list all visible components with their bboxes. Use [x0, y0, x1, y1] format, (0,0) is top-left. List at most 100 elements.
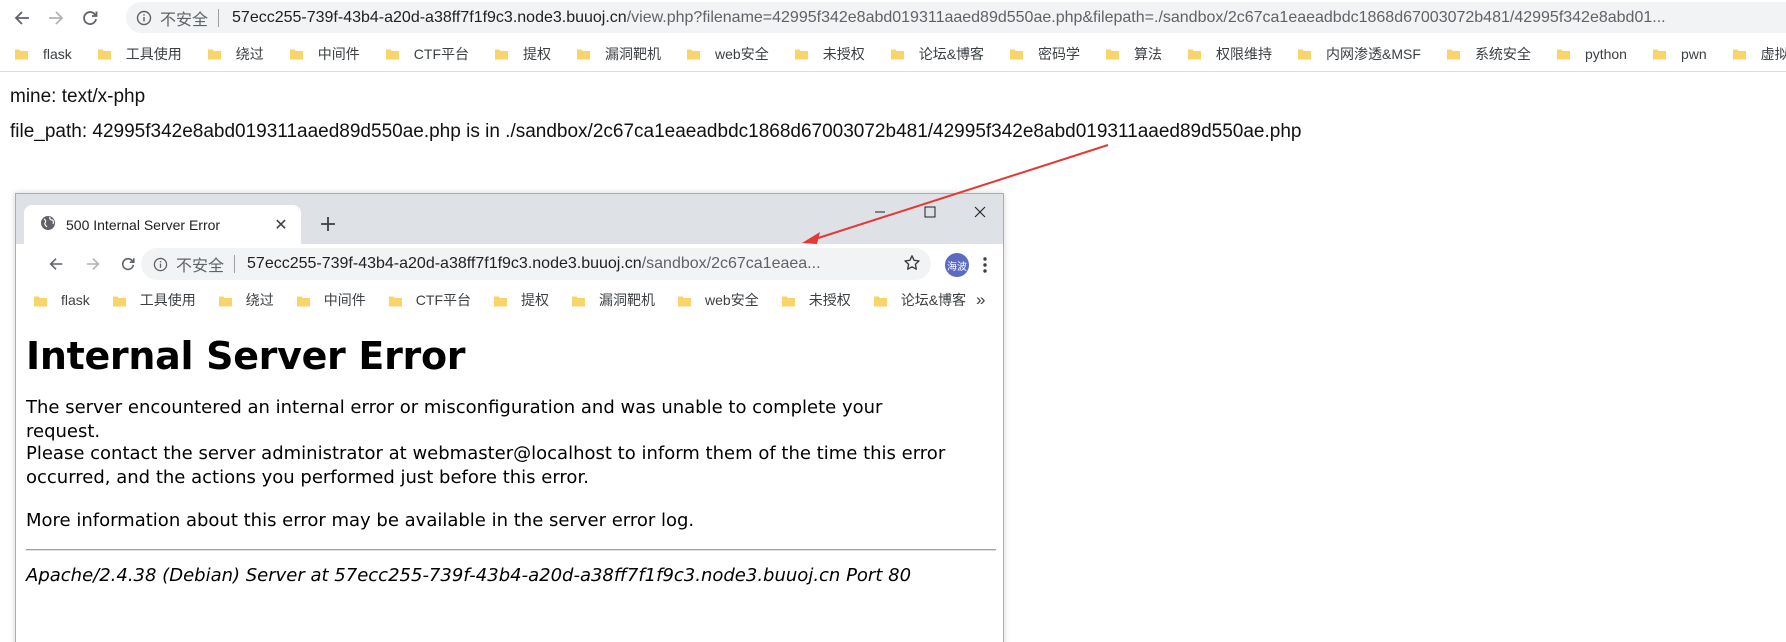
- bookmark-label: 系统安全: [1474, 45, 1531, 62]
- bookmark-label: 未授权: [822, 45, 865, 62]
- arrow-left-icon: [14, 11, 29, 25]
- horizontal-rule: [26, 549, 996, 551]
- bookmark-item[interactable]: 论坛&博客: [890, 44, 984, 64]
- bookmark-item[interactable]: 工具使用: [97, 44, 182, 64]
- close-tab-icon[interactable]: ✕: [271, 215, 291, 235]
- file-path-line: file_path: 42995f342e8abd019311aaed89d55…: [10, 121, 1302, 142]
- tab-500-error[interactable]: 500 Internal Server Error ✕: [24, 205, 301, 244]
- bookmark-label: 密码学: [1038, 45, 1081, 62]
- bookmark-item[interactable]: 中间件: [289, 44, 360, 64]
- outer-browser-toolbar: 不安全 57ecc255-739f-43b4-a20d-a38ff7f1f9c3…: [0, 0, 1786, 36]
- not-secure-label: 不安全: [160, 11, 209, 29]
- bookmark-item[interactable]: 权限维持: [1187, 44, 1272, 64]
- folder-icon: [494, 46, 509, 61]
- new-tab-button[interactable]: [316, 212, 340, 236]
- bookmark-item[interactable]: 漏洞靶机: [576, 44, 661, 64]
- bookmark-item[interactable]: flask: [33, 292, 90, 308]
- close-window-button[interactable]: [958, 200, 1002, 224]
- inner-browser-window: 500 Internal Server Error ✕ 不安全 57ecc255…: [15, 193, 1004, 642]
- bookmark-item[interactable]: python: [1556, 46, 1627, 62]
- inner-back-button[interactable]: [45, 253, 67, 275]
- bookmark-label: CTF平台: [413, 45, 470, 62]
- folder-icon: [890, 46, 905, 61]
- minimize-button[interactable]: [858, 200, 902, 224]
- folder-icon: [1105, 46, 1120, 61]
- back-button[interactable]: [10, 6, 34, 30]
- bookmark-item[interactable]: CTF平台: [388, 290, 471, 310]
- bookmark-item[interactable]: 未授权: [794, 44, 865, 64]
- folder-icon: [576, 46, 591, 61]
- info-icon[interactable]: [153, 257, 168, 272]
- forward-button[interactable]: [44, 6, 68, 30]
- bookmark-item[interactable]: 绕过: [207, 44, 264, 64]
- bookmark-item[interactable]: 未授权: [781, 290, 851, 310]
- url-host: 57ecc255-739f-43b4-a20d-a38ff7f1f9c3.nod…: [247, 255, 642, 272]
- bookmark-item[interactable]: 系统安全: [1446, 44, 1531, 64]
- bookmark-item[interactable]: 工具使用: [112, 290, 196, 310]
- folder-icon: [97, 46, 112, 61]
- bookmark-item[interactable]: 算法: [1105, 44, 1162, 64]
- menu-kebab-icon[interactable]: [978, 253, 992, 277]
- folder-icon: [1009, 46, 1024, 61]
- maximize-button[interactable]: [908, 200, 952, 224]
- bookmark-label: 漏洞靶机: [599, 292, 656, 308]
- folder-icon: [1187, 46, 1202, 61]
- bookmark-label: 提权: [523, 45, 552, 62]
- bookmark-label: 算法: [1134, 45, 1163, 62]
- tab-title: 500 Internal Server Error: [66, 216, 221, 233]
- bookmark-item[interactable]: 提权: [494, 44, 551, 64]
- bookmark-item[interactable]: CTF平台: [385, 44, 469, 64]
- bookmark-item[interactable]: 虚拟化安全: [1732, 44, 1786, 64]
- profile-avatar[interactable]: 海波: [945, 253, 969, 277]
- bookmark-label: 绕过: [235, 45, 264, 62]
- inner-forward-button[interactable]: [82, 253, 104, 275]
- bookmark-item[interactable]: 密码学: [1009, 44, 1080, 64]
- bookmark-item[interactable]: 论坛&博客: [873, 290, 966, 310]
- folder-icon: [1556, 46, 1571, 61]
- bookmark-item[interactable]: web安全: [677, 290, 759, 310]
- inner-reload-button[interactable]: [117, 253, 139, 275]
- bookmark-item[interactable]: web安全: [686, 44, 769, 64]
- address-bar[interactable]: 不安全 57ecc255-739f-43b4-a20d-a38ff7f1f9c3…: [126, 2, 1786, 33]
- folder-icon: [112, 293, 127, 308]
- url-host: 57ecc255-739f-43b4-a20d-a38ff7f1f9c3.nod…: [232, 8, 627, 26]
- folder-icon: [493, 293, 508, 308]
- folder-icon: [686, 46, 701, 61]
- bookmark-label: pwn: [1680, 45, 1707, 62]
- reload-button[interactable]: [78, 6, 102, 30]
- server-signature: Apache/2.4.38 (Debian) Server at 57ecc25…: [26, 565, 912, 586]
- bookmark-item[interactable]: flask: [14, 46, 72, 62]
- bookmark-item[interactable]: 内网渗透&MSF: [1297, 44, 1421, 64]
- bookmark-label: web安全: [715, 45, 769, 62]
- folder-icon: [296, 293, 311, 308]
- bookmark-label: 提权: [521, 292, 550, 308]
- bookmark-star-icon[interactable]: [903, 254, 921, 277]
- more-bookmarks-chevron[interactable]: »: [976, 290, 985, 310]
- bookmark-label: 绕过: [245, 292, 274, 308]
- bookmark-item[interactable]: 提权: [493, 290, 549, 310]
- folder-icon: [1652, 46, 1667, 61]
- bookmark-item[interactable]: 中间件: [296, 290, 366, 310]
- folder-icon: [1297, 46, 1312, 61]
- bookmark-label: 工具使用: [125, 45, 182, 62]
- bookmarks-bar: flask 工具使用 绕过 中间件 CTF平台 提权 漏洞靶机 web安全 未授权 论坛&博客 密码…: [0, 36, 1786, 72]
- inner-address-bar[interactable]: 不安全 57ecc255-739f-43b4-a20d-a38ff7f1f9c3…: [141, 248, 931, 280]
- bookmark-label: 中间件: [323, 292, 366, 308]
- close-icon: [974, 206, 986, 218]
- info-icon[interactable]: [136, 10, 152, 26]
- folder-icon: [207, 46, 222, 61]
- bookmark-item[interactable]: 绕过: [218, 290, 274, 310]
- bookmark-item[interactable]: 漏洞靶机: [571, 290, 655, 310]
- arrow-right-icon: [86, 258, 100, 270]
- tab-strip: 500 Internal Server Error ✕: [16, 194, 1003, 244]
- not-secure-label: 不安全: [176, 258, 225, 275]
- address-separator: [234, 255, 236, 273]
- bookmark-item[interactable]: pwn: [1652, 46, 1707, 62]
- bookmark-label: CTF平台: [415, 292, 472, 308]
- mime-line: mine: text/x-php: [10, 86, 146, 107]
- folder-icon: [794, 46, 809, 61]
- bookmark-label: flask: [61, 292, 90, 308]
- url-path: /sandbox/2c67ca1eaea...: [641, 255, 821, 272]
- error-paragraph-1: The server encountered an internal error…: [26, 397, 883, 442]
- bookmark-label: 中间件: [317, 45, 360, 62]
